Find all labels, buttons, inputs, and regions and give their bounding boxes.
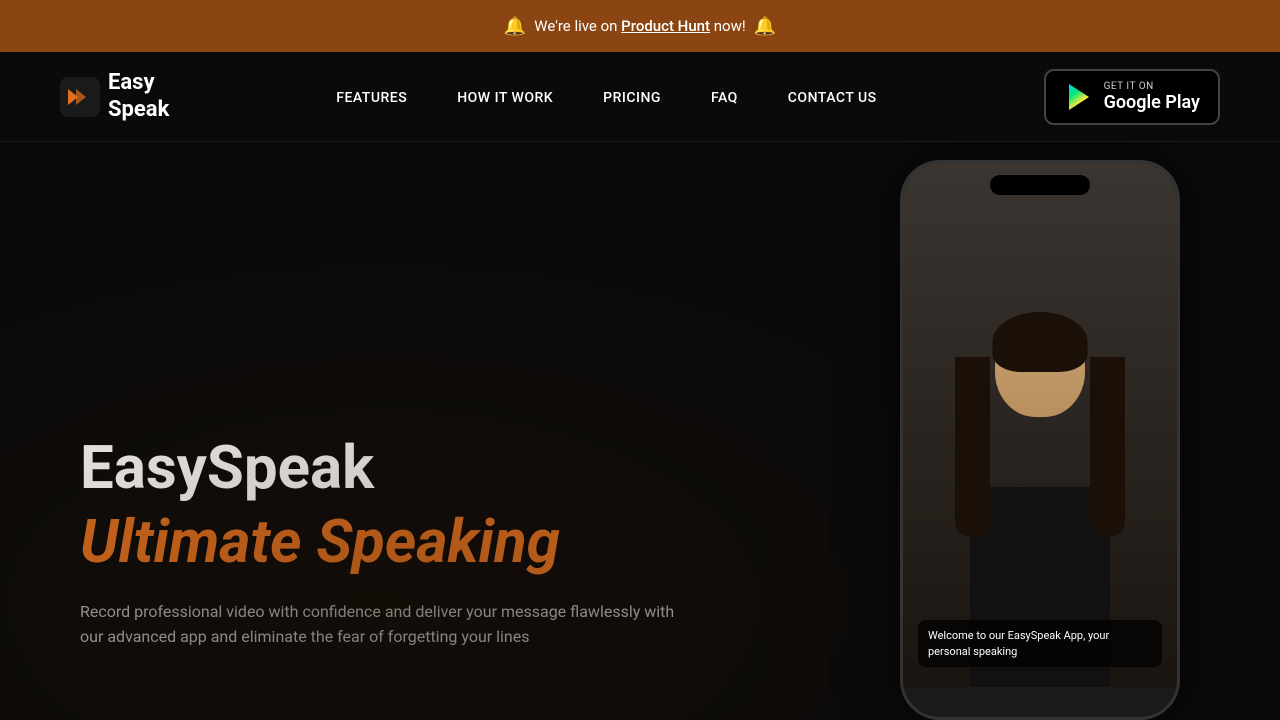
person-hair-right <box>1090 357 1125 537</box>
nav-link-contact[interactable]: CONTACT US <box>788 90 877 106</box>
logo-icon <box>60 77 100 117</box>
emoji-right: 🔔 <box>754 16 776 37</box>
hero-description: Record professional video with confidenc… <box>80 599 680 650</box>
hero-section: EasySpeak Ultimate Speaking Record profe… <box>0 142 1280 720</box>
google-play-button[interactable]: GET IT ON Google Play <box>1044 69 1220 125</box>
play-store-icon <box>1064 82 1094 112</box>
logo-text: Easy Speak <box>108 70 169 123</box>
nav-link-how[interactable]: HOW IT WORK <box>457 90 553 106</box>
nav-item-faq[interactable]: FAQ <box>711 87 738 106</box>
person-hair <box>993 312 1088 372</box>
nav-item-how[interactable]: HOW IT WORK <box>457 87 553 106</box>
hero-content: EasySpeak Ultimate Speaking Record profe… <box>0 142 850 720</box>
play-store-text: GET IT ON Google Play <box>1104 81 1200 113</box>
announcement-text: We're live on Product Hunt now! <box>534 17 745 35</box>
nav-link-pricing[interactable]: PRICING <box>603 90 661 106</box>
emoji-left: 🔔 <box>504 16 526 37</box>
hero-subtitle: Ultimate Speaking <box>80 509 790 575</box>
play-store-label-top: GET IT ON <box>1104 81 1200 92</box>
play-store-label-bottom: Google Play <box>1104 92 1200 113</box>
logo[interactable]: Easy Speak <box>60 70 169 123</box>
phone-screen: Welcome to our EasySpeak App, your perso… <box>903 163 1177 717</box>
phone-mockup: Welcome to our EasySpeak App, your perso… <box>900 160 1220 720</box>
person-hair-left <box>955 357 990 537</box>
nav-item-pricing[interactable]: PRICING <box>603 87 661 106</box>
hero-title: EasySpeak <box>80 435 790 501</box>
nav-link-faq[interactable]: FAQ <box>711 90 738 106</box>
navbar: Easy Speak FEATURES HOW IT WORK PRICING … <box>0 52 1280 142</box>
phone-caption: Welcome to our EasySpeak App, your perso… <box>918 620 1162 667</box>
announcement-bar: 🔔 We're live on Product Hunt now! 🔔 <box>0 0 1280 52</box>
product-hunt-link[interactable]: Product Hunt <box>621 17 710 35</box>
phone-notch <box>990 175 1090 195</box>
phone-person-bg: Welcome to our EasySpeak App, your perso… <box>903 163 1177 687</box>
nav-links: FEATURES HOW IT WORK PRICING FAQ CONTACT… <box>336 87 876 106</box>
phone-frame: Welcome to our EasySpeak App, your perso… <box>900 160 1180 720</box>
nav-item-contact[interactable]: CONTACT US <box>788 87 877 106</box>
nav-item-features[interactable]: FEATURES <box>336 87 407 106</box>
nav-link-features[interactable]: FEATURES <box>336 90 407 106</box>
